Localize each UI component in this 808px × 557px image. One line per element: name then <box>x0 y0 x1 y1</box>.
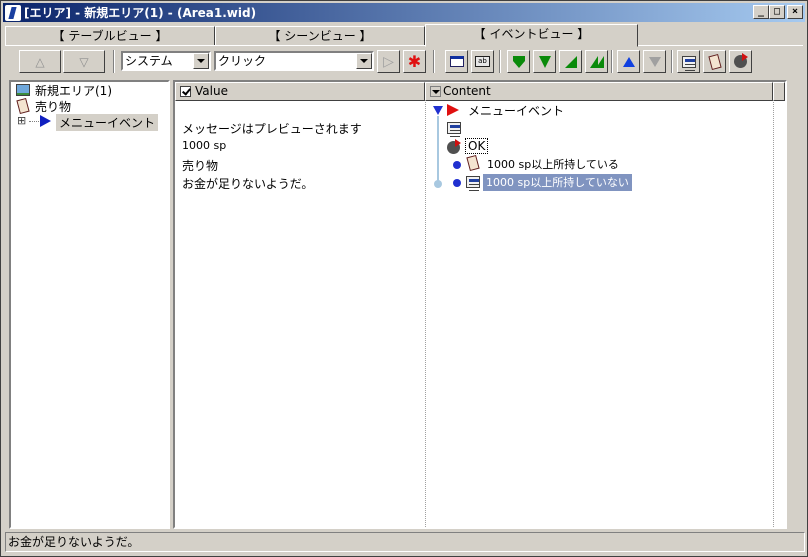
maximize-button[interactable]: □ <box>769 5 785 19</box>
tree-item-menu-event[interactable]: メニューイベント <box>56 114 159 131</box>
add-text-button[interactable]: ab <box>471 50 494 73</box>
content-branch-has-not[interactable]: 1000 sp以上所持していない <box>483 174 632 191</box>
app-window: [エリア] - 新規エリア(1) - (Area1.wid) _ □ × 【 テ… <box>0 0 808 557</box>
value-header-label: Value <box>195 84 228 98</box>
blue-up-arrow-icon <box>622 56 635 67</box>
tree-expander[interactable]: ⊞ <box>17 114 26 127</box>
content-column-header[interactable]: Content <box>425 82 773 101</box>
window-controls: _ □ × <box>753 5 803 19</box>
status-text: お金が足りないようだ。 <box>8 535 140 549</box>
tree-item-card[interactable]: 売り物 <box>35 98 71 115</box>
minimize-button[interactable]: _ <box>753 5 769 19</box>
scene-icon <box>466 176 480 191</box>
tree-line <box>437 116 439 184</box>
link-icon <box>447 139 461 154</box>
column-divider <box>773 102 774 527</box>
tree-panel[interactable]: 新規エリア(1) 売り物 ⊞ メニューイベント <box>9 80 170 529</box>
card-button[interactable] <box>703 50 726 73</box>
green-flag-icon <box>512 55 525 68</box>
dropdown-icon[interactable] <box>430 86 441 97</box>
category-select-value: システム <box>125 54 173 68</box>
chevron-down-icon[interactable] <box>356 53 372 69</box>
green-triangle-icon <box>564 55 577 68</box>
content-ok[interactable]: OK <box>465 138 489 154</box>
green-double-triangle-icon <box>589 55 604 68</box>
chevron-down-icon[interactable] <box>193 53 209 69</box>
toolbar-separator <box>611 50 613 73</box>
move-up-button[interactable]: △ <box>19 50 61 73</box>
gray-down-arrow-icon <box>648 56 661 67</box>
move-down-button[interactable]: ▽ <box>63 50 105 73</box>
value-card-name: 売り物 <box>182 159 219 173</box>
right-gutter <box>787 80 805 529</box>
column-header-filler <box>773 82 785 101</box>
play-button[interactable]: ▷ <box>377 50 400 73</box>
toolbar-separator <box>499 50 501 73</box>
action-select[interactable]: クリック <box>214 51 374 71</box>
add-window-button[interactable] <box>445 50 468 73</box>
card-icon <box>707 53 722 70</box>
toolbar-separator <box>113 50 115 73</box>
branch-bullet <box>453 161 461 169</box>
window-title: [エリア] - 新規エリア(1) - (Area1.wid) <box>24 6 257 20</box>
branch-bullet <box>453 179 461 187</box>
toolbar-separator <box>671 50 673 73</box>
status-bar: お金が足りないようだ。 <box>5 532 805 552</box>
stop-button[interactable]: ✱ <box>403 50 426 73</box>
link-button[interactable] <box>729 50 752 73</box>
content-root-event[interactable]: メニューイベント <box>468 102 564 119</box>
column-divider <box>425 102 426 527</box>
value-message: お金が足りないようだ。 <box>182 177 314 191</box>
value-message-preview: メッセージはプレビューされます <box>182 122 362 136</box>
link-icon <box>734 53 748 68</box>
text-card-icon: ab <box>475 56 490 67</box>
tab-divider <box>5 45 803 46</box>
branch-flag-button-1[interactable] <box>507 50 530 73</box>
app-icon <box>5 4 21 21</box>
value-cost: 1000 sp <box>182 139 227 152</box>
event-view-panel[interactable]: Value Content メッセージはプレビューされます 1000 sp 売り… <box>173 80 787 529</box>
tree-connector <box>29 121 39 122</box>
card-icon <box>16 97 30 115</box>
card-icon <box>466 154 480 172</box>
event-start-icon <box>447 104 459 116</box>
tab-event-view[interactable]: 【 イベントビュー 】 <box>425 24 638 47</box>
content-branch-has[interactable]: 1000 sp以上所持している <box>487 156 619 172</box>
tab-table-view[interactable]: 【 テーブルビュー 】 <box>5 26 215 46</box>
close-button[interactable]: × <box>787 5 803 19</box>
scene-icon <box>681 55 696 71</box>
green-flag-icon <box>538 55 551 68</box>
move-node-up-button[interactable] <box>617 50 640 73</box>
scene-button[interactable] <box>677 50 700 73</box>
branch-flag-button-3[interactable] <box>559 50 582 73</box>
event-triangle-icon <box>40 115 51 127</box>
toolbar-separator <box>433 50 435 73</box>
view-tabs: 【 テーブルビュー 】 【 シーンビュー 】 【 イベントビュー 】 <box>5 24 805 47</box>
toolbar: △ ▽ システム クリック ▷ ✱ ab <box>5 48 805 76</box>
window-icon <box>449 56 464 67</box>
tree-line-end <box>434 180 442 188</box>
value-column-header[interactable]: Value <box>175 82 425 101</box>
checkbox-icon[interactable] <box>180 86 191 97</box>
move-node-down-button[interactable] <box>643 50 666 73</box>
action-select-value: クリック <box>218 54 267 68</box>
content-header-label: Content <box>443 84 491 98</box>
branch-flag-button-2[interactable] <box>533 50 556 73</box>
collapse-triangle-icon[interactable] <box>433 106 443 115</box>
message-icon[interactable] <box>447 122 461 137</box>
title-bar[interactable]: [エリア] - 新規エリア(1) - (Area1.wid) _ □ × <box>3 3 805 22</box>
tab-scene-view[interactable]: 【 シーンビュー 】 <box>215 26 425 46</box>
tree-item-area[interactable]: 新規エリア(1) <box>35 82 112 99</box>
landscape-icon <box>16 84 30 96</box>
category-select[interactable]: システム <box>121 51 211 71</box>
branch-flag-button-4[interactable] <box>585 50 608 73</box>
